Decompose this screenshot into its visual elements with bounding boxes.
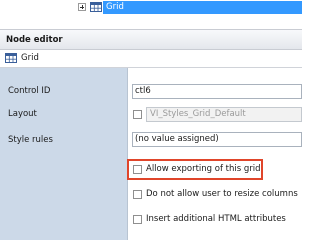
grid-icon: [90, 2, 102, 12]
node-type-label: Grid: [21, 53, 39, 63]
layout-label: Layout: [8, 109, 37, 119]
panel-title: Node editor: [0, 29, 302, 50]
grid-icon: [5, 53, 17, 63]
control-id-field[interactable]: ctl6: [132, 84, 302, 99]
insert-html-attributes-checkbox[interactable]: [133, 215, 142, 224]
control-id-label: Control ID: [8, 86, 51, 96]
layout-field[interactable]: VI_Styles_Grid_Default: [146, 107, 302, 122]
no-resize-columns-label[interactable]: Do not allow user to resize columns: [146, 188, 298, 200]
insert-html-attributes-label[interactable]: Insert additional HTML attributes: [146, 213, 286, 225]
layout-checkbox[interactable]: [133, 110, 142, 119]
no-resize-columns-checkbox[interactable]: [133, 190, 142, 199]
node-type-row: [0, 50, 302, 67]
tree-node-grid[interactable]: Grid: [103, 1, 302, 14]
style-rules-label: Style rules: [8, 135, 53, 145]
highlight-box: [127, 159, 263, 180]
expand-icon[interactable]: [78, 3, 86, 11]
style-rules-field[interactable]: (no value assigned): [132, 132, 302, 147]
